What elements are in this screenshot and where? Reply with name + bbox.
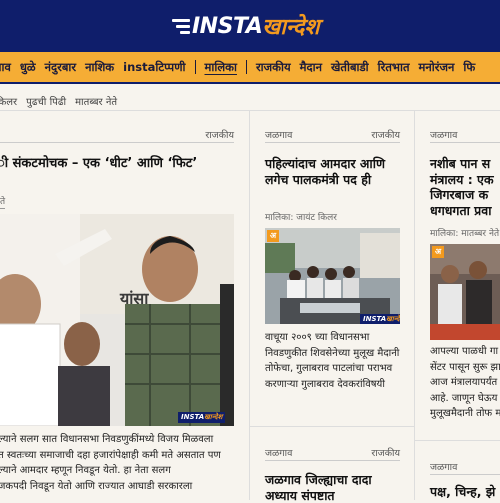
excerpt-line: मुलूखमैदानी तोफ म (430, 408, 500, 419)
nav-item-ritbhat[interactable]: रितभात (378, 60, 410, 75)
excerpt-line: सेंटर पासून सुरू झा (430, 361, 500, 373)
mid-article-1-excerpt: वाचूया २००९ च्या विधानसभा निवडणुकीत शिवस… (265, 332, 400, 390)
nav-item-insta-tippani[interactable]: instaटिप्पणी (123, 60, 185, 75)
site-logo[interactable]: INSTA खान्देश (172, 10, 319, 42)
right-article-2-headline[interactable]: पक्ष, चिन्ह, झे (430, 484, 500, 500)
mid-article-1-byline[interactable]: मालिका: जायंट किलर (265, 210, 337, 223)
nav-item-manoranjan[interactable]: मनोरंजन (419, 60, 455, 75)
politician-crowd-photo: यांसा (0, 214, 234, 426)
nav-item-malika[interactable]: मालिका (205, 60, 237, 75)
mid-article-2-meta: जळगाव राजकीय (265, 446, 400, 461)
card-divider (249, 426, 414, 427)
subnav-item-pudhchi-pidhi[interactable]: पुढची पिढी (26, 94, 66, 108)
nav-item-fi[interactable]: फि (463, 60, 475, 75)
main-article-category[interactable]: राजकीय (205, 128, 234, 141)
main-article-headline[interactable]: ी संकटमोचक – एक ‘धीट’ आणि ‘फिट’ (0, 156, 237, 172)
excerpt-line: ल्याने सलग सात विधानसभा निवडणुकींमध्ये व… (0, 434, 214, 445)
nav-divider (194, 60, 196, 74)
mid-article-2-location[interactable]: जळगाव (265, 446, 292, 459)
mid-article-1-meta: जळगाव राजकीय (265, 128, 400, 143)
logo-insta-text: INSTA (192, 13, 263, 39)
column-divider (414, 110, 415, 500)
nav-item-dhule[interactable]: धुळे (20, 60, 36, 75)
column-divider (249, 110, 250, 500)
nav-item-rajkiya[interactable]: राजकीय (256, 60, 291, 75)
main-navigation: गाव धुळे नंदुरबार नाशिक instaटिप्पणी माल… (0, 52, 500, 84)
main-article-meta: राजकीय (0, 128, 234, 143)
right-article-1-photo[interactable]: अ (430, 244, 500, 340)
logo-khandesh-text: खान्देश (262, 15, 320, 40)
main-article-excerpt: ल्याने सलग सात विधानसभा निवडणुकींमध्ये व… (0, 432, 238, 494)
photo-watermark: INSTAखान्देश (360, 314, 400, 324)
photo-badge-icon: अ (267, 230, 279, 242)
excerpt-line: आहे. जाणून घेऊय (430, 392, 498, 404)
nav-item-gaav[interactable]: गाव (0, 60, 11, 75)
mid-article-1-photo[interactable]: अ INSTAखान्देश (265, 228, 400, 324)
excerpt-line: आपल्या पाळधी गा (430, 346, 499, 357)
rally-vehicle-photo (265, 228, 400, 324)
section-divider (0, 110, 500, 111)
right-article-1-headline[interactable]: नशीब पान स मंत्रालय : एक जिगरबाज क धगधगत… (430, 156, 500, 219)
logo-speed-lines-icon (172, 18, 190, 34)
excerpt-line: ल्याने आमदार म्हणून निवडून येतो. हा नेता… (0, 465, 171, 476)
card-divider (414, 440, 500, 441)
nav-divider (245, 60, 247, 74)
photo-badge-icon: अ (432, 246, 444, 258)
mid-article-1-category[interactable]: राजकीय (371, 128, 400, 141)
photo-watermark: INSTAखान्देश (178, 412, 226, 423)
nav-item-khetibadi[interactable]: खेतीबाडी (331, 60, 369, 75)
right-article-1-excerpt: आपल्या पाळधी गा सेंटर पासून सुरू झा आज म… (430, 344, 500, 422)
main-article-byline[interactable]: ते (0, 194, 6, 209)
main-article-photo[interactable]: यांसा INSTAखान्देश (0, 214, 234, 426)
nav-item-nashik[interactable]: नाशिक (85, 60, 114, 75)
right-article-1-byline[interactable]: मालिका: मातब्बर नेते (430, 226, 499, 239)
right-article-1-meta: जळगाव (430, 128, 500, 143)
nav-item-maidan[interactable]: मैदान (300, 60, 322, 75)
mid-article-1-headline[interactable]: पहिल्यांदाच आमदार आणि लगेच पालकमंत्री पद… (265, 156, 405, 187)
subnav-item-matabbar-nete[interactable]: मातब्बर नेते (75, 94, 117, 108)
right-article-1-location[interactable]: जळगाव (430, 128, 457, 141)
mid-article-1-location[interactable]: जळगाव (265, 128, 292, 141)
excerpt-line: त स्वतःच्या समाजाची दहा हजारांपेक्षाही क… (0, 449, 221, 461)
right-article-2-location[interactable]: जळगाव (430, 460, 457, 473)
mid-article-2-category[interactable]: राजकीय (371, 446, 400, 459)
site-header: INSTA खान्देश (0, 0, 500, 52)
subnav-item-killer[interactable]: किलर (0, 94, 17, 108)
crowd-event-photo (430, 244, 500, 340)
right-article-2-meta: जळगाव (430, 460, 500, 475)
excerpt-line: आज मंत्रालयापर्यंत (430, 377, 498, 388)
mid-article-2-headline[interactable]: जळगाव जिल्ह्याचा दादा अध्याय संपष्टात (265, 472, 405, 503)
excerpt-line: जकपदी निवडून येतो आणि राज्यात आघाडी सरका… (0, 480, 193, 492)
series-subnav: किलर पुढची पिढी मातब्बर नेते (0, 94, 117, 108)
nav-item-nandurbar[interactable]: नंदुरबार (45, 60, 76, 75)
